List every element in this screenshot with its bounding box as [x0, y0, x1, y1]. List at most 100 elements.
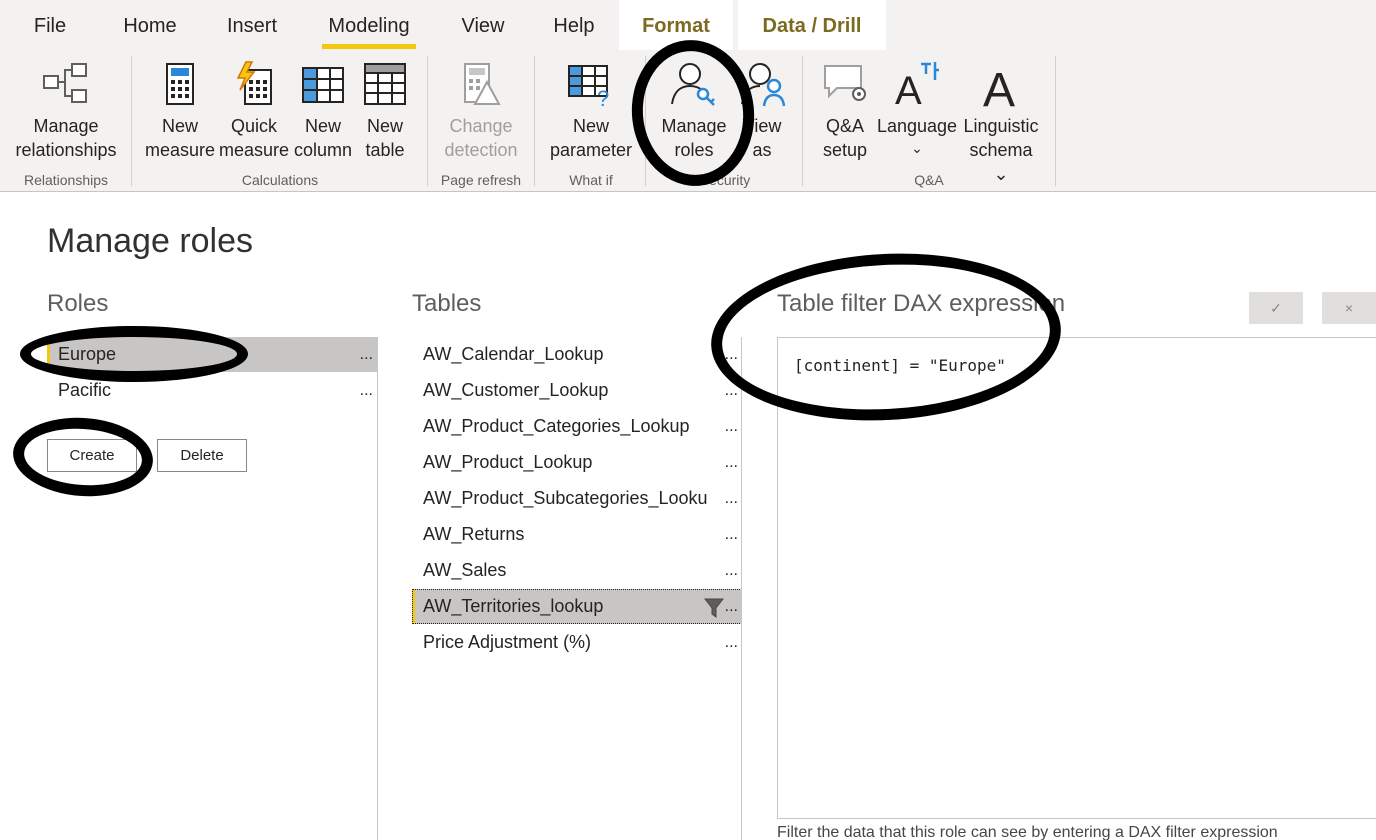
tab-data-drill[interactable]: Data / Drill: [738, 0, 886, 50]
ribbon: File Home Insert Modeling View Help Form…: [0, 0, 1376, 192]
new-table-label-2: table: [365, 140, 405, 160]
change-detection-label-2: detection: [444, 140, 518, 160]
column-divider: [741, 337, 742, 840]
view-as-icon: [741, 63, 786, 107]
more-options-icon[interactable]: ...: [725, 481, 738, 516]
tab-home[interactable]: Home: [110, 0, 190, 50]
tab-insert[interactable]: Insert: [215, 0, 289, 50]
tab-view[interactable]: View: [450, 0, 516, 50]
change-detection-button[interactable]: Change detection: [438, 56, 524, 162]
change-detection-icon: [464, 63, 501, 105]
new-column-label-2: column: [293, 140, 353, 160]
table-name: AW_Product_Categories_Lookup: [423, 416, 690, 436]
table-item[interactable]: AW_Product_Subcategories_Looku ...: [412, 481, 742, 516]
table-item[interactable]: AW_Customer_Lookup ...: [412, 373, 742, 408]
language-button[interactable]: A Language ⌄: [876, 56, 958, 158]
dax-hint-text: Filter the data that this role can see b…: [777, 824, 1278, 840]
view-as-button[interactable]: View as: [734, 56, 790, 162]
table-name: AW_Product_Subcategories_Looku: [423, 488, 708, 508]
linguistic-schema-button[interactable]: A Linguistic schema ⌄: [960, 56, 1042, 186]
qa-setup-button[interactable]: Q&A setup: [814, 56, 876, 162]
check-icon[interactable]: ✓: [1249, 292, 1303, 324]
group-label-security: Security: [699, 172, 751, 188]
manage-relationships-label-1: Manage: [33, 116, 99, 136]
role-item-europe[interactable]: Europe ...: [47, 337, 377, 372]
dax-expression-editor[interactable]: [continent] = "Europe": [777, 337, 1376, 819]
manage-roles-label-1: Manage: [661, 116, 727, 136]
change-detection-label-1: Change: [449, 116, 513, 136]
group-label-what-if: What if: [569, 172, 613, 188]
new-parameter-button[interactable]: ? New parameter: [546, 56, 636, 162]
calculator-icon: [166, 63, 194, 105]
more-options-icon[interactable]: ...: [725, 589, 738, 624]
create-button[interactable]: Create: [47, 439, 137, 472]
new-table-label-1: New: [366, 116, 403, 136]
tab-format[interactable]: Format: [619, 0, 733, 50]
table-item[interactable]: AW_Product_Lookup ...: [412, 445, 742, 480]
more-options-icon[interactable]: ...: [360, 337, 373, 372]
new-table-button[interactable]: New table: [358, 56, 412, 162]
role-item-pacific[interactable]: Pacific ...: [47, 373, 377, 408]
more-options-icon[interactable]: ...: [725, 409, 738, 444]
quick-measure-label-2: measure: [218, 140, 290, 160]
manage-roles-button[interactable]: Manage roles: [656, 56, 732, 162]
new-parameter-icon: ?: [568, 65, 609, 108]
more-options-icon[interactable]: ...: [725, 445, 738, 480]
linguistic-schema-icon: A: [983, 64, 1015, 108]
tab-file[interactable]: File: [20, 0, 80, 50]
new-column-label-1: New: [304, 116, 341, 136]
close-icon[interactable]: ×: [1322, 292, 1376, 324]
new-column-icon: [302, 67, 344, 103]
more-options-icon[interactable]: ...: [360, 373, 373, 408]
group-separator: [645, 56, 646, 186]
more-options-icon[interactable]: ...: [725, 553, 738, 588]
table-name: AW_Returns: [423, 524, 525, 544]
new-column-button[interactable]: New column: [292, 56, 354, 162]
table-item[interactable]: AW_Returns ...: [412, 517, 742, 552]
more-options-icon[interactable]: ...: [725, 337, 738, 372]
tab-help[interactable]: Help: [544, 0, 604, 50]
quick-measure-button[interactable]: Quick measure: [218, 56, 290, 162]
more-options-icon[interactable]: ...: [725, 373, 738, 408]
linguistic-schema-label-1: Linguistic: [963, 116, 1039, 136]
table-name: AW_Customer_Lookup: [423, 380, 609, 400]
table-name: AW_Territories_lookup: [423, 596, 604, 616]
new-measure-label-1: New: [161, 116, 198, 136]
quick-measure-label-1: Quick: [230, 116, 277, 136]
manage-relationships-label-2: relationships: [15, 140, 117, 160]
table-name: AW_Sales: [423, 560, 507, 580]
table-item[interactable]: AW_Sales ...: [412, 553, 742, 588]
svg-text:A: A: [983, 64, 1015, 108]
dax-expression-text[interactable]: [continent] = "Europe": [794, 356, 1006, 375]
more-options-icon[interactable]: ...: [725, 517, 738, 552]
roles-heading: Roles: [47, 290, 109, 317]
group-separator: [427, 56, 428, 186]
table-item-selected[interactable]: AW_Territories_lookup ...: [412, 589, 742, 624]
qa-setup-icon: [824, 65, 866, 101]
svg-text:?: ?: [597, 86, 609, 108]
group-separator: [534, 56, 535, 186]
group-separator: [1055, 56, 1056, 186]
group-label-relationships: Relationships: [23, 172, 109, 188]
new-measure-button[interactable]: New measure: [145, 56, 215, 162]
table-name: AW_Product_Lookup: [423, 452, 593, 472]
table-item[interactable]: AW_Calendar_Lookup ...: [412, 337, 742, 372]
tab-modeling[interactable]: Modeling: [322, 0, 416, 50]
group-label-page-refresh: Page refresh: [440, 172, 522, 188]
role-name: Pacific: [58, 380, 112, 400]
new-parameter-label-1: New: [572, 116, 609, 136]
table-item[interactable]: AW_Product_Categories_Lookup ...: [412, 409, 742, 444]
more-options-icon[interactable]: ...: [725, 625, 738, 660]
relationships-icon: [43, 63, 87, 103]
table-item[interactable]: Price Adjustment (%) ...: [412, 625, 742, 660]
dialog-title: Manage roles: [47, 222, 254, 260]
group-separator: [802, 56, 803, 186]
manage-relationships-button[interactable]: Manage relationships: [8, 56, 124, 162]
new-parameter-label-2: parameter: [549, 140, 633, 160]
role-name: Europe: [58, 344, 117, 364]
column-divider: [377, 337, 378, 840]
new-table-icon: [364, 63, 406, 105]
new-measure-label-2: measure: [145, 140, 216, 160]
delete-button[interactable]: Delete: [157, 439, 247, 472]
group-label-qa: Q&A: [914, 172, 944, 188]
